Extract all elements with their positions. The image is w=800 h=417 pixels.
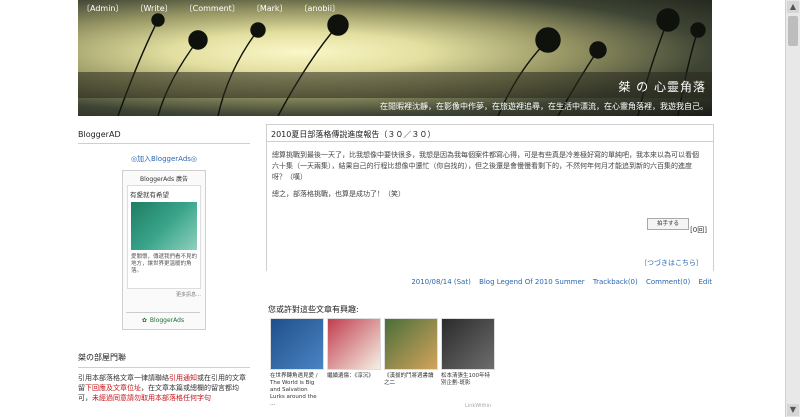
rules-red-1: 引用通知 [169,374,197,382]
related-item[interactable]: 在世界轉角遇見愛 / The World is Big and Salvatio… [270,318,324,408]
nav-comment[interactable]: 〔Comment〕 [183,3,242,14]
nav-anobii[interactable]: 〔anobii〕 [298,3,342,14]
header-nav: 〔Admin〕 〔Write〕 〔Comment〕 〔Mark〕 〔anobii… [78,3,342,14]
site-tagline: 在閒暇裡沈靜，在影像中作夢，在旅遊裡追尋，在生活中漂流，在心靈角落裡，我遊我自己… [380,102,708,111]
scroll-up-arrow-icon[interactable]: ▲ [787,1,799,13]
rules-text-1: 引用本部落格文章一律請聯絡 [78,374,169,382]
related-thumbnail[interactable] [270,318,324,370]
scroll-down-arrow-icon[interactable]: ▼ [787,404,799,416]
ads-title: BloggerAds 廣告 [139,176,189,183]
related-item[interactable]: 繼續遺傷：《淳沉》 [327,318,381,408]
flower-silhouette-art [117,8,706,116]
nav-write[interactable]: 〔Write〕 [134,3,175,14]
ads-more-link[interactable]: 更多訊息… [176,291,201,298]
related-thumbnail[interactable] [327,318,381,370]
linkwithin-credit[interactable]: LinkWithin [465,403,491,409]
rules-heading: 桀の部屋門聯 [78,352,250,368]
related-thumbnail[interactable] [384,318,438,370]
sidebar: BloggerAD ◎加入BloggerAds◎ BloggerAds 廣告 有… [78,128,250,417]
vertical-scrollbar[interactable]: ▲ ▼ [785,0,800,417]
related-caption[interactable]: 繼續遺傷：《淳沉》 [327,373,379,380]
comment-link[interactable]: Comment(0) [646,278,690,286]
post-category-link[interactable]: Blog Legend Of 2010 Summer [479,278,585,286]
clap-button[interactable]: 拍手する [647,218,689,230]
post-body: 總算挑戰到最後一天了，比我想像中要快很多，我想是因為我每個案件都寫心得，可是有些… [272,150,704,206]
post-paragraph-2: 總之，部落格挑戰，也算是成功了！（笑） [272,190,405,198]
post-meta: 2010/08/14 (Sat) Blog Legend Of 2010 Sum… [266,278,714,286]
ad-card-image[interactable] [131,202,197,250]
rules-text: 引用本部落格文章一律請聯絡引用通知或在引用的文章留下回應及文章位址，在文章本篇或… [78,373,250,403]
ads-footer-logo-icon: ✿ [141,316,147,324]
post-date: 2010/08/14 (Sat) [411,278,471,286]
post-divider [267,141,713,142]
ad-card-text: 愛關懷，傳遞我們看不見的地方，讓世界更溫暖的角落。 [131,254,198,274]
add-bloggerads-link[interactable]: ◎加入BloggerAds◎ [78,154,250,164]
title-band [78,72,712,98]
related-caption[interactable]: 在世界轉角遇見愛 / The World is Big and Salvatio… [270,373,322,408]
ads-footer-brand: BloggerAds [149,316,185,324]
post-paragraph-1: 總算挑戰到最後一天了，比我想像中要快很多，我想是因為我每個案件都寫心得，可是有些… [272,151,699,181]
bloggerad-heading: BloggerAD [78,128,250,144]
related-thumbnail[interactable] [441,318,495,370]
related-caption[interactable]: 《漢拔的鬥將週書讀之二 [384,373,436,387]
edit-link[interactable]: Edit [698,278,712,286]
nav-mark[interactable]: 〔Mark〕 [250,3,290,14]
related-item[interactable]: 《漢拔的鬥將週書讀之二 [384,318,438,408]
rules-red-2: 下回應及文章位址 [85,384,141,392]
clap-count: [0回] [690,226,707,234]
related-item[interactable]: 松本清張生100年特別企劃-斑影 [441,318,495,408]
trackback-link[interactable]: Trackback(0) [593,278,638,286]
related-heading: 您或許對這些文章有興趣: [268,305,359,314]
related-caption[interactable]: 松本清張生100年特別企劃-斑影 [441,373,493,387]
blog-post: 2010夏日部落格傳說進度報告（３０／３０） 總算挑戰到最後一天了，比我想像中要… [266,124,714,271]
nav-admin[interactable]: 〔Admin〕 [80,3,126,14]
scroll-thumb[interactable] [788,16,798,46]
read-more-link[interactable]: 〔つづきはこちら〕 [640,258,703,268]
site-title[interactable]: 桀 の 心靈角落 [618,78,706,95]
post-title[interactable]: 2010夏日部落格傳說進度報告（３０／３０） [271,129,435,140]
blog-header-banner: 〔Admin〕 〔Write〕 〔Comment〕 〔Mark〕 〔anobii… [78,0,712,116]
ad-card-title: 有愛就有希望 [130,191,169,199]
rules-red-3: 未經過同意請勿取用本部落格任何字句 [92,394,211,402]
ads-footer[interactable]: ✿ BloggerAds [126,312,200,327]
related-posts: 在世界轉角遇見愛 / The World is Big and Salvatio… [270,318,495,408]
bloggerads-widget: BloggerAds 廣告 有愛就有希望 愛關懷，傳遞我們看不見的地方，讓世界更… [122,170,206,330]
page: 〔Admin〕 〔Write〕 〔Comment〕 〔Mark〕 〔anobii… [0,0,800,417]
ad-card[interactable]: 有愛就有希望 愛關懷，傳遞我們看不見的地方，讓世界更溫暖的角落。 [127,185,201,289]
